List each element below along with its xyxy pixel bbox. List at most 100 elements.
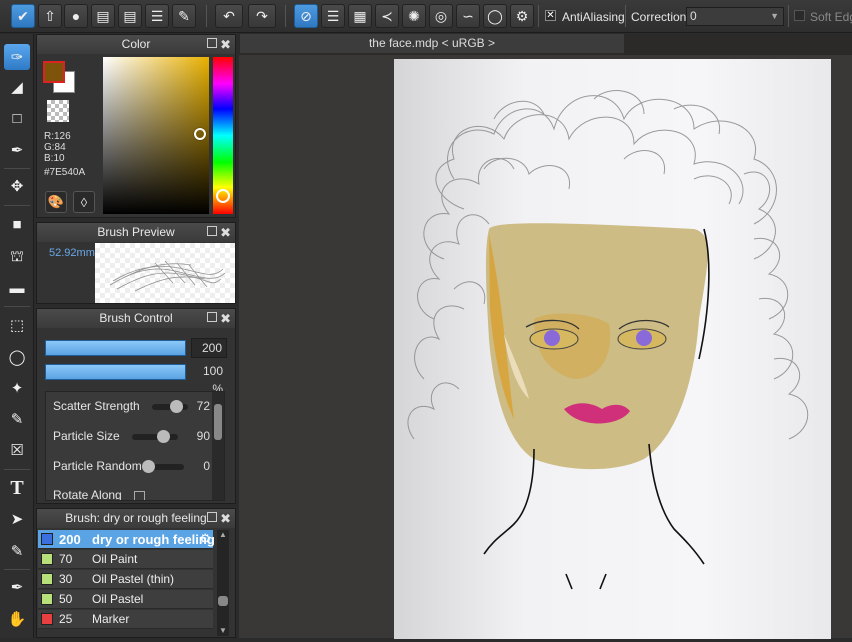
text-tool-icon[interactable]: T: [4, 475, 30, 501]
brush-size-value[interactable]: 200: [191, 338, 227, 358]
brush-list-item[interactable]: 70 Oil Paint: [38, 550, 213, 569]
particle-random-label: Particle Random: [53, 459, 142, 473]
lasso-tool-icon[interactable]: ◯: [4, 344, 30, 370]
color-panel-title: Color: [121, 37, 151, 51]
close-icon[interactable]: ✖: [220, 309, 231, 328]
edit-list-icon[interactable]: ✎: [172, 4, 196, 28]
radial-snap-icon[interactable]: ✺: [402, 4, 426, 28]
scatter-strength-slider[interactable]: [152, 400, 188, 413]
tool-divider: [4, 168, 30, 169]
brush-size-slider[interactable]: [45, 340, 186, 356]
correction-dropdown[interactable]: 0 ▼: [686, 7, 784, 26]
close-icon[interactable]: ✖: [220, 35, 231, 54]
foreground-color-swatch[interactable]: [43, 61, 65, 83]
antialiasing-label: AntiAliasing: [562, 10, 625, 24]
brush-item-size: 50: [59, 592, 73, 606]
divide-tool-icon[interactable]: ✎: [4, 538, 30, 564]
correction-value: 0: [690, 9, 697, 23]
snap-off-icon[interactable]: ⊘: [294, 4, 318, 28]
brush-list-scrollbar[interactable]: ▲ ▼: [217, 530, 229, 636]
app-menu-icon[interactable]: ✔: [11, 4, 35, 28]
magic-wand-tool-icon[interactable]: ✦: [4, 375, 30, 401]
share-icon[interactable]: ⇧: [38, 4, 62, 28]
slider-knob[interactable]: [157, 430, 170, 443]
rotate-along-checkbox[interactable]: [134, 491, 145, 500]
hue-cursor[interactable]: [216, 189, 230, 203]
tool-divider: [4, 469, 30, 470]
palette-icon[interactable]: 🎨: [45, 191, 67, 213]
grid-snap-icon[interactable]: ▦: [348, 4, 372, 28]
slider-knob[interactable]: [170, 400, 183, 413]
saturation-value-cursor[interactable]: [194, 128, 206, 140]
move-tool-icon[interactable]: ✥: [4, 173, 30, 199]
scrollbar-thumb[interactable]: [218, 596, 228, 606]
canvas-area: the face.mdp < uRGB >: [239, 34, 852, 639]
comment-icon[interactable]: ●: [64, 4, 88, 28]
popout-icon[interactable]: [207, 312, 217, 322]
hand-tool-icon[interactable]: ✋: [4, 606, 30, 632]
fill-rect-tool-icon[interactable]: ■: [4, 211, 30, 237]
concentric-snap-icon[interactable]: ◎: [429, 4, 453, 28]
canvas-artwork[interactable]: [394, 59, 831, 639]
snap-settings-gear-icon[interactable]: ⚙: [510, 4, 534, 28]
red-value: R:126: [44, 131, 71, 142]
brush-settings-gear-icon[interactable]: ⚙: [199, 531, 211, 547]
scatter-strength-value: 72: [196, 399, 210, 413]
brush-item-size: 70: [59, 552, 73, 566]
hex-value: #7E540A: [44, 167, 86, 178]
redo-icon[interactable]: ↷: [248, 4, 276, 28]
tab-bar-empty: [625, 34, 852, 53]
chat-icon[interactable]: ▤: [91, 4, 115, 28]
operation-tool-icon[interactable]: ➤: [4, 506, 30, 532]
brush-list-item[interactable]: 50 Oil Pastel: [38, 590, 213, 609]
scrollbar-thumb[interactable]: [214, 404, 222, 440]
saturation-value-picker[interactable]: [103, 57, 209, 214]
popout-icon[interactable]: [207, 512, 217, 522]
brush-list-item[interactable]: 30 Oil Pastel (thin): [38, 570, 213, 589]
vanishing-point-snap-icon[interactable]: ≺: [375, 4, 399, 28]
transparent-color-swatch[interactable]: [47, 100, 69, 122]
document-tab[interactable]: the face.mdp < uRGB >: [240, 34, 624, 53]
color-panel-header: Color ✖: [37, 35, 235, 54]
eraser-tool-icon[interactable]: ◢: [4, 74, 30, 100]
particle-random-slider[interactable]: [142, 460, 184, 473]
brush-control-panel: Brush Control ✖ 200 100 % Scatter Streng…: [36, 308, 236, 504]
color-panel-body: R:126 G:84 B:10 #7E540A 🎨 ◊: [37, 54, 235, 217]
brush-color-swatch: [41, 533, 53, 545]
list-icon[interactable]: ☰: [145, 4, 169, 28]
slider-knob[interactable]: [142, 460, 155, 473]
brush-parameters-scrollbar[interactable]: [212, 392, 224, 500]
parallel-snap-icon[interactable]: ☰: [321, 4, 345, 28]
brush-tool-icon[interactable]: ✑: [4, 44, 30, 70]
brush-preview-header: Brush Preview ✖: [37, 223, 235, 242]
brush-list-item[interactable]: 200 dry or rough feeling ⚙: [38, 530, 215, 549]
eyedropper-tool-icon[interactable]: ✒: [4, 574, 30, 600]
particle-size-slider[interactable]: [132, 430, 178, 443]
popout-icon[interactable]: [207, 38, 217, 48]
circle-snap-icon[interactable]: ◯: [483, 4, 507, 28]
soft-edge-checkbox[interactable]: [794, 10, 805, 21]
select-eraser-tool-icon[interactable]: ☒: [4, 437, 30, 463]
blur-tool-icon[interactable]: ✒: [4, 137, 30, 163]
curve-snap-icon[interactable]: ∽: [456, 4, 480, 28]
scroll-down-icon[interactable]: ▼: [219, 626, 227, 635]
dot-tool-icon[interactable]: □: [4, 105, 30, 131]
antialiasing-checkbox[interactable]: ✕: [545, 10, 556, 21]
close-icon[interactable]: ✖: [220, 223, 231, 242]
tool-divider: [4, 306, 30, 307]
scroll-up-icon[interactable]: ▲: [219, 530, 227, 539]
brush-item-size: 200: [59, 532, 81, 547]
document-icon[interactable]: ▤: [118, 4, 142, 28]
close-icon[interactable]: ✖: [220, 509, 231, 528]
bucket-tool-icon[interactable]: ⛫: [4, 244, 30, 270]
brush-opacity-slider[interactable]: [45, 364, 186, 380]
undo-icon[interactable]: ↶: [215, 4, 243, 28]
select-rect-tool-icon[interactable]: ⬚: [4, 312, 30, 338]
popout-icon[interactable]: [207, 226, 217, 236]
select-pen-tool-icon[interactable]: ✎: [4, 406, 30, 432]
brush-opacity-value[interactable]: 100 %: [191, 362, 227, 396]
gradient-tool-icon[interactable]: ▬: [4, 275, 30, 301]
color-picker-icon[interactable]: ◊: [73, 191, 95, 213]
rotate-along-label: Rotate Along: [53, 488, 122, 501]
brush-list-item[interactable]: 25 Marker: [38, 610, 213, 629]
